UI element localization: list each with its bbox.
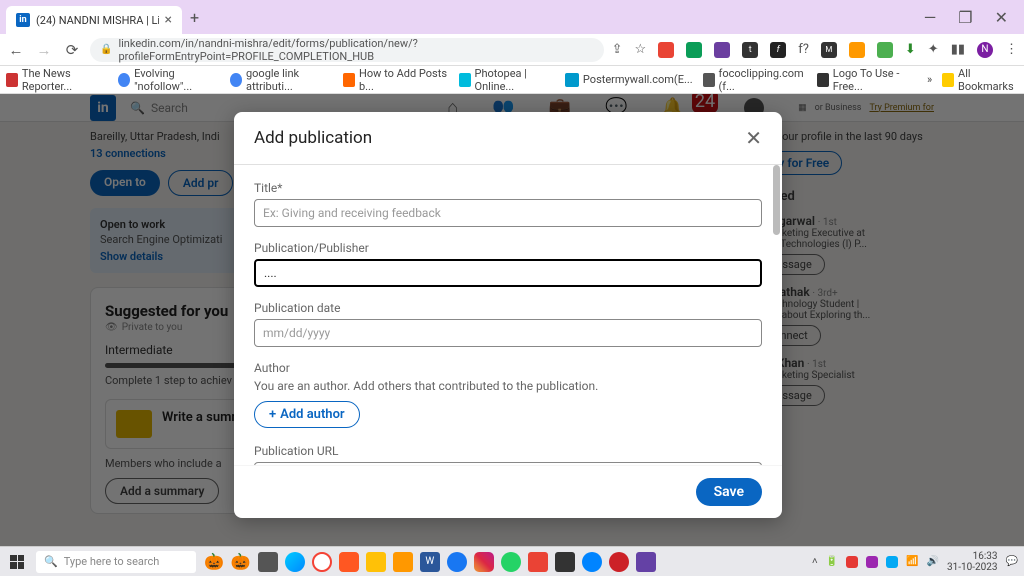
tray-icon[interactable] [886,556,898,568]
menu-icon[interactable]: ⋮ [1005,42,1018,57]
start-button[interactable] [6,551,28,573]
bookmark-star-icon[interactable]: ☆ [635,42,647,57]
app-icon[interactable] [555,552,575,572]
wifi-icon[interactable]: 📶 [906,556,918,567]
bookmark-item[interactable]: fococlipping.com (f... [703,67,807,93]
forward-button[interactable]: → [34,41,54,59]
title-input[interactable] [254,199,762,227]
tray-icon[interactable] [866,556,878,568]
add-publication-modal: Add publication ✕ Title* Publication/Pub… [234,112,782,518]
chrome-icon[interactable] [312,552,332,572]
bookmark-item[interactable]: google link attributi... [230,67,333,93]
folder-icon[interactable] [366,552,386,572]
url-input[interactable] [254,462,762,465]
lock-icon: 🔒 [100,44,112,55]
modal-title: Add publication [254,128,372,148]
download-icon[interactable]: ⬇ [905,42,916,57]
save-button[interactable]: Save [696,478,762,506]
date-label: Publication date [254,301,762,315]
edge-icon[interactable] [285,552,305,572]
pumpkin-icon[interactable]: 🎃 [231,552,251,571]
volume-icon[interactable]: 🔊 [927,556,939,567]
maximize-icon[interactable]: ❐ [958,8,972,27]
bookmark-item[interactable]: Postermywall.com(E... [565,73,693,87]
extension-icon[interactable] [686,42,702,58]
plus-icon: + [269,407,276,422]
tray-icon[interactable] [846,556,858,568]
close-window-icon[interactable]: ✕ [995,8,1008,27]
bookmark-item[interactable]: The News Reporter... [6,67,108,93]
notification-center-icon[interactable]: 💬 [1006,556,1018,567]
extension-icon[interactable]: M [821,42,837,58]
pumpkin-icon[interactable]: 🎃 [204,552,224,571]
whatsapp-icon[interactable] [501,552,521,572]
extension-icon[interactable] [658,42,674,58]
extension-icon[interactable] [877,42,893,58]
word-icon[interactable]: W [420,552,440,572]
facebook-icon[interactable] [447,552,467,572]
taskbar-search[interactable]: 🔍Type here to search [36,551,196,573]
new-tab-button[interactable]: + [190,8,199,27]
address-bar[interactable]: 🔒 linkedin.com/in/nandni-mishra/edit/for… [90,38,604,62]
search-icon: 🔍 [44,555,58,568]
share-icon[interactable]: ⇪ [612,42,623,57]
add-author-button[interactable]: +Add author [254,401,360,428]
bookmark-item[interactable]: Photopea | Online... [459,67,555,93]
profile-avatar-icon[interactable]: N [977,42,993,58]
all-bookmarks[interactable]: All Bookmarks [942,67,1018,93]
url-label: Publication URL [254,444,762,458]
publisher-input[interactable] [254,259,762,287]
extensions-puzzle-icon[interactable]: ✦ [928,42,939,57]
extension-icon[interactable]: f [770,42,786,58]
bookmark-item[interactable]: Logo To Use - Free... [817,67,917,93]
extension-icon[interactable] [849,42,865,58]
extension-icon[interactable] [714,42,730,58]
clock-date[interactable]: 31-10-2023 [947,562,998,573]
instagram-icon[interactable] [474,552,494,572]
close-icon[interactable]: ✕ [745,126,762,150]
title-label: Title* [254,181,762,195]
pinterest-icon[interactable] [609,552,629,572]
author-label: Author [254,361,762,375]
tray-chevron-icon[interactable]: ˄ [812,556,818,567]
battery-icon[interactable]: 🔋 [826,556,838,567]
extension-icon[interactable]: t [742,42,758,58]
reload-button[interactable]: ⟳ [62,41,82,59]
minimize-icon[interactable]: — [924,8,937,27]
linkedin-favicon: in [16,13,30,27]
extension-icon[interactable]: ▮▮ [951,42,965,57]
bookmark-item[interactable]: Evolving "nofollow"... [118,67,220,93]
back-button[interactable]: ← [6,41,26,59]
tab-title: (24) NANDNI MISHRA | LinkedIn [36,14,159,27]
scrollbar-thumb[interactable] [773,165,780,235]
brave-icon[interactable] [339,552,359,572]
bookmark-item[interactable]: How to Add Posts b... [343,67,449,93]
clock-time[interactable]: 16:33 [947,551,998,562]
tab-close-icon[interactable]: × [165,12,172,28]
bookmarks-overflow-icon[interactable]: » [927,73,932,86]
extension-icon[interactable]: f? [798,42,809,57]
publisher-label: Publication/Publisher [254,241,762,255]
task-view-icon[interactable] [258,552,278,572]
app-icon[interactable] [393,552,413,572]
app-icon[interactable] [636,552,656,572]
url-text: linkedin.com/in/nandni-mishra/edit/forms… [118,37,593,63]
browser-tab[interactable]: in (24) NANDNI MISHRA | LinkedIn × [6,6,182,34]
messenger-icon[interactable] [582,552,602,572]
gmail-icon[interactable] [528,552,548,572]
date-input[interactable] [254,319,762,347]
